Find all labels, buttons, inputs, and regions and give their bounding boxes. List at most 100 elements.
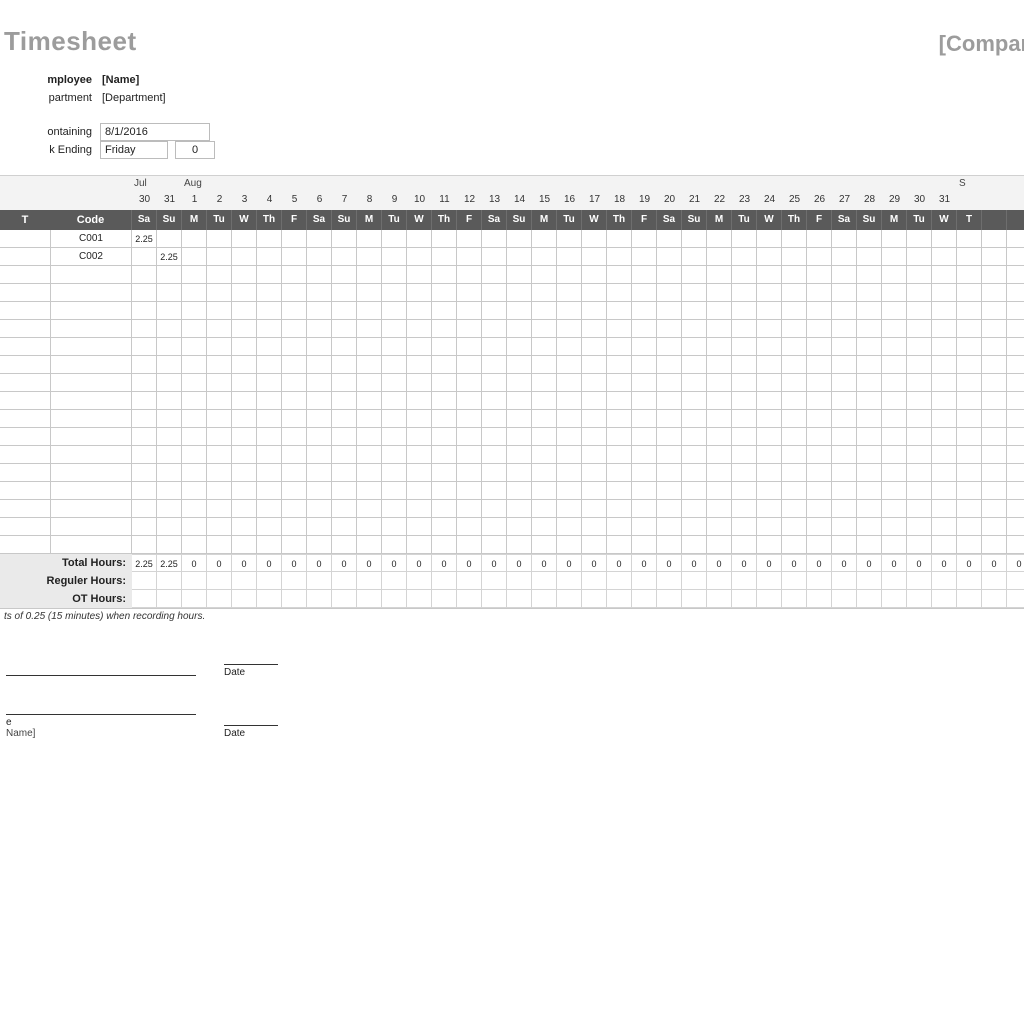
hour-cell[interactable]: [382, 410, 407, 428]
hour-cell[interactable]: [407, 284, 432, 302]
hour-cell[interactable]: [882, 320, 907, 338]
hour-cell[interactable]: [132, 410, 157, 428]
hour-cell[interactable]: [832, 302, 857, 320]
hour-cell[interactable]: [507, 518, 532, 536]
hour-cell[interactable]: [582, 230, 607, 248]
hour-cell[interactable]: [932, 428, 957, 446]
hour-cell[interactable]: [757, 374, 782, 392]
hour-cell[interactable]: [457, 356, 482, 374]
hour-cell[interactable]: [1007, 500, 1024, 518]
hour-cell[interactable]: [882, 482, 907, 500]
hour-cell[interactable]: [882, 446, 907, 464]
hour-cell[interactable]: [907, 230, 932, 248]
hour-cell[interactable]: [182, 500, 207, 518]
code-cell[interactable]: [51, 518, 131, 535]
hour-cell[interactable]: [332, 230, 357, 248]
hour-cell[interactable]: [907, 248, 932, 266]
hour-cell[interactable]: [457, 536, 482, 554]
hour-cell[interactable]: [707, 230, 732, 248]
hour-cell[interactable]: [757, 302, 782, 320]
hour-cell[interactable]: [532, 410, 557, 428]
hour-cell[interactable]: [982, 518, 1007, 536]
hour-cell[interactable]: [332, 536, 357, 554]
hour-cell[interactable]: [982, 338, 1007, 356]
hour-cell[interactable]: [807, 302, 832, 320]
hour-cell[interactable]: [207, 284, 232, 302]
hour-cell[interactable]: [707, 392, 732, 410]
hour-cell[interactable]: [332, 356, 357, 374]
hour-cell[interactable]: [382, 464, 407, 482]
hour-cell[interactable]: [532, 374, 557, 392]
hour-cell[interactable]: [632, 428, 657, 446]
hour-cell[interactable]: [532, 464, 557, 482]
hour-cell[interactable]: [682, 374, 707, 392]
hour-cell[interactable]: [432, 482, 457, 500]
hour-cell[interactable]: [857, 536, 882, 554]
hour-cell[interactable]: [707, 338, 732, 356]
hour-cell[interactable]: [582, 464, 607, 482]
hour-cell[interactable]: [532, 428, 557, 446]
hour-cell[interactable]: [482, 518, 507, 536]
hour-cell[interactable]: [332, 320, 357, 338]
hour-cell[interactable]: [707, 500, 732, 518]
hour-cell[interactable]: [982, 464, 1007, 482]
hour-cell[interactable]: [382, 374, 407, 392]
hour-cell[interactable]: [857, 482, 882, 500]
hour-cell[interactable]: [857, 338, 882, 356]
hour-cell[interactable]: [232, 248, 257, 266]
hour-cell[interactable]: [707, 446, 732, 464]
hour-cell[interactable]: [982, 428, 1007, 446]
hour-cell[interactable]: [482, 338, 507, 356]
hour-cell[interactable]: [382, 392, 407, 410]
hour-cell[interactable]: [532, 518, 557, 536]
hour-cell[interactable]: [982, 392, 1007, 410]
department-value[interactable]: [Department]: [100, 92, 166, 104]
hour-cell[interactable]: [457, 446, 482, 464]
hour-cell[interactable]: [557, 536, 582, 554]
hour-cell[interactable]: [807, 536, 832, 554]
hour-cell[interactable]: [607, 428, 632, 446]
hour-cell[interactable]: [507, 464, 532, 482]
hour-cell[interactable]: [407, 482, 432, 500]
hour-cell[interactable]: [557, 446, 582, 464]
hour-cell[interactable]: [807, 428, 832, 446]
hour-cell[interactable]: [307, 464, 332, 482]
hour-cell[interactable]: [457, 338, 482, 356]
hour-cell[interactable]: [682, 392, 707, 410]
signature-line-2-name[interactable]: e: [6, 714, 196, 728]
code-cell[interactable]: C002: [51, 248, 131, 265]
hour-cell[interactable]: [732, 536, 757, 554]
hour-cell[interactable]: [207, 446, 232, 464]
hour-cell[interactable]: [457, 284, 482, 302]
hour-cell[interactable]: [607, 392, 632, 410]
hour-cell[interactable]: [132, 536, 157, 554]
hour-cell[interactable]: [782, 374, 807, 392]
hour-cell[interactable]: [632, 338, 657, 356]
hour-cell[interactable]: [832, 482, 857, 500]
hour-cell[interactable]: [482, 428, 507, 446]
hour-cell[interactable]: [807, 338, 832, 356]
hour-cell[interactable]: [632, 356, 657, 374]
hour-cell[interactable]: [957, 284, 982, 302]
hour-cell[interactable]: [357, 446, 382, 464]
hour-cell[interactable]: [132, 284, 157, 302]
hour-cell[interactable]: [982, 536, 1007, 554]
hour-cell[interactable]: [632, 536, 657, 554]
hour-cell[interactable]: [932, 356, 957, 374]
hour-cell[interactable]: [907, 518, 932, 536]
hour-cell[interactable]: [532, 320, 557, 338]
hour-cell[interactable]: [1007, 482, 1024, 500]
hour-cell[interactable]: [632, 320, 657, 338]
hour-cell[interactable]: [257, 374, 282, 392]
hour-cell[interactable]: [432, 536, 457, 554]
hour-cell[interactable]: [557, 518, 582, 536]
hour-cell[interactable]: [932, 464, 957, 482]
hour-cell[interactable]: [782, 338, 807, 356]
hour-cell[interactable]: [807, 284, 832, 302]
hour-cell[interactable]: [382, 230, 407, 248]
hour-cell[interactable]: [432, 230, 457, 248]
hour-cell[interactable]: [357, 536, 382, 554]
hour-cell[interactable]: [957, 446, 982, 464]
hour-cell[interactable]: [307, 410, 332, 428]
hour-cell[interactable]: [607, 500, 632, 518]
